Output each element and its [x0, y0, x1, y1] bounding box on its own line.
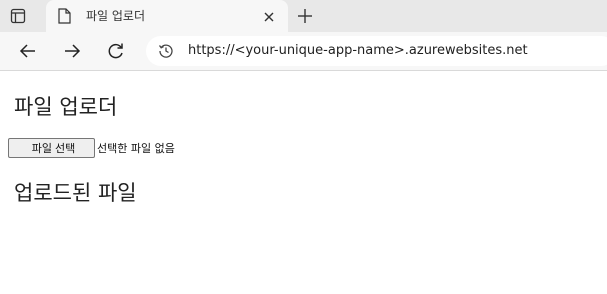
page-icon	[58, 8, 71, 24]
plus-icon[interactable]	[296, 7, 314, 25]
refresh-icon[interactable]	[106, 41, 126, 61]
browser-window: 파일 업로더 https://<your-unique-app-name>.az…	[0, 0, 607, 294]
browser-toolbar: https://<your-unique-app-name>.azurewebs…	[0, 32, 607, 71]
uploaded-files-heading: 업로드된 파일	[14, 181, 137, 205]
page-content: 파일 업로더 파일 선택 선택한 파일 없음 업로드된 파일	[0, 71, 607, 294]
arrow-right-icon[interactable]	[62, 41, 82, 61]
tab-strip: 파일 업로더	[0, 0, 607, 32]
tab-title: 파일 업로더	[86, 9, 146, 23]
url-text[interactable]: https://<your-unique-app-name>.azurewebs…	[188, 43, 528, 58]
address-bar[interactable]: https://<your-unique-app-name>.azurewebs…	[146, 36, 607, 66]
choose-file-button[interactable]: 파일 선택	[8, 138, 95, 158]
arrow-left-icon[interactable]	[18, 41, 38, 61]
tab-actions-icon[interactable]	[10, 8, 26, 24]
tab-active[interactable]: 파일 업로더	[46, 0, 288, 32]
history-icon[interactable]	[158, 43, 174, 59]
close-icon[interactable]	[262, 9, 276, 23]
file-status-text: 선택한 파일 없음	[97, 142, 175, 155]
page-title: 파일 업로더	[14, 95, 118, 119]
